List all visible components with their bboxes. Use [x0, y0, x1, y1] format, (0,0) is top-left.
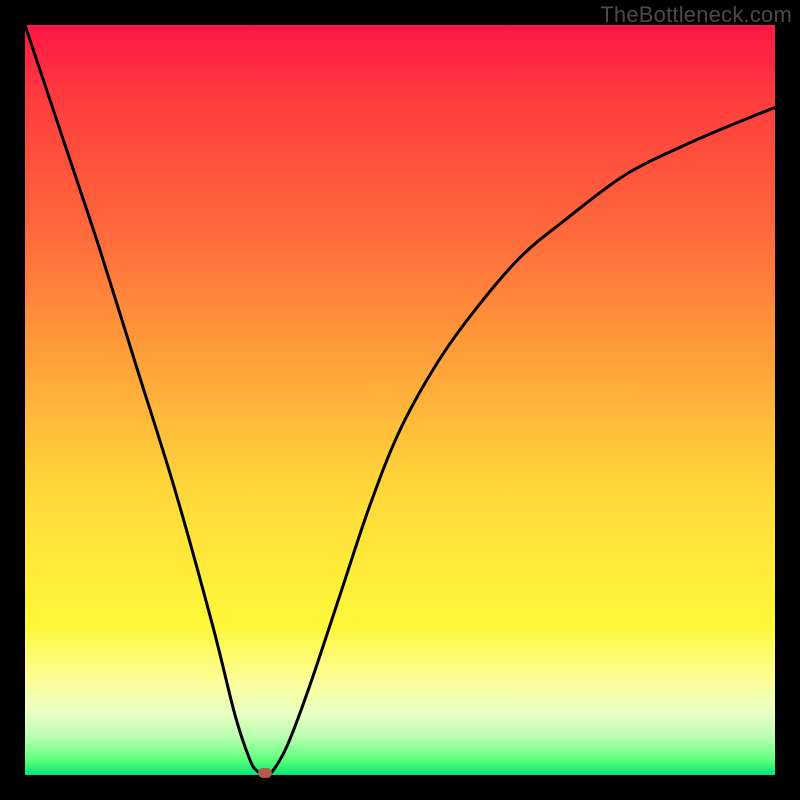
watermark-text: TheBottleneck.com [600, 2, 792, 28]
bottleneck-curve [25, 25, 775, 775]
optimal-marker [258, 768, 272, 778]
